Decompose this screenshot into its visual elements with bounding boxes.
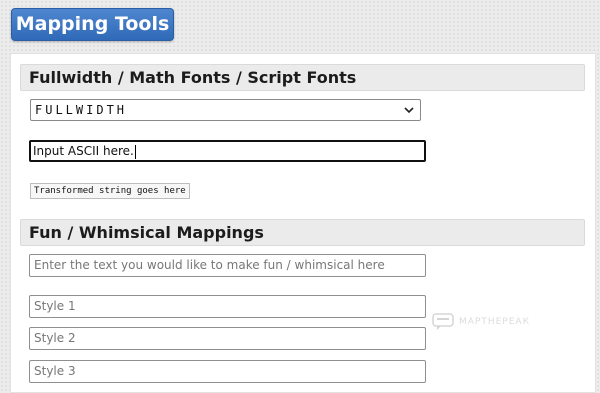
mapping-tools-button[interactable]: Mapping Tools [11,8,174,41]
watermark-text: МАРТНЕРЕАК [459,317,530,327]
whimsical-text-input[interactable]: Enter the text you would like to make fu… [29,254,426,277]
style-2-output[interactable]: Style 2 [29,327,426,350]
style-1-output[interactable]: Style 1 [29,295,426,318]
chat-bubble-icon [432,313,454,330]
style-3-output[interactable]: Style 3 [29,360,426,383]
fullwidth-section-header: Fullwidth / Math Fonts / Script Fonts [20,64,585,91]
ascii-input[interactable]: Input ASCII here. [29,140,426,162]
font-style-selected-value: FULLWIDTH [35,103,128,117]
transformed-output: Transformed string goes here [30,183,190,199]
chevron-down-icon [404,107,414,114]
text-cursor [134,144,136,159]
ascii-input-value: Input ASCII here. [33,144,134,158]
watermark: МАРТНЕРЕАК [432,313,530,331]
font-style-select[interactable]: FULLWIDTH [30,99,421,121]
fun-section-header: Fun / Whimsical Mappings [20,219,585,246]
